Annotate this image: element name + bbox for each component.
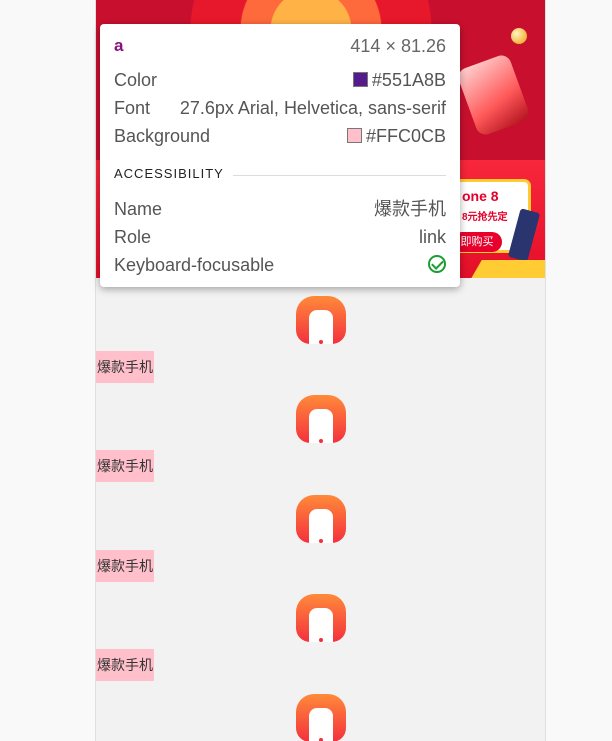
font-row: Font 27.6px Arial, Helvetica, sans-serif bbox=[114, 96, 446, 120]
font-label: Font bbox=[114, 98, 151, 118]
font-value: 27.6px Arial, Helvetica, sans-serif bbox=[179, 98, 446, 118]
nav-item[interactable]: 爆款手机 bbox=[96, 576, 545, 681]
background-row: Background #FFC0CB bbox=[114, 124, 446, 148]
color-value: #551A8B bbox=[352, 68, 446, 92]
role-label: Role bbox=[114, 227, 152, 247]
nav-item[interactable]: 爆款手机 bbox=[96, 377, 545, 482]
phone-icon bbox=[296, 395, 346, 443]
promo-title: one 8 bbox=[462, 188, 499, 204]
focusable-label: Keyboard-focusable bbox=[114, 255, 275, 275]
inspect-tooltip: a 414 × 81.26 Color #551A8B Font 27.6px … bbox=[100, 24, 460, 287]
nav-item[interactable] bbox=[96, 676, 545, 741]
phone-icon bbox=[296, 694, 346, 741]
background-label: Background bbox=[114, 126, 211, 146]
focusable-row: Keyboard-focusable bbox=[114, 253, 446, 277]
element-tag: a bbox=[114, 36, 124, 55]
nav-item[interactable]: 爆款手机 bbox=[96, 477, 545, 582]
color-label: Color bbox=[114, 70, 158, 90]
name-value: 爆款手机 bbox=[374, 199, 446, 219]
background-value: #FFC0CB bbox=[346, 124, 446, 148]
name-row: Name 爆款手机 bbox=[114, 197, 446, 221]
element-dimensions: 414 × 81.26 bbox=[350, 36, 446, 56]
nav-item[interactable]: 爆款手机 bbox=[96, 278, 545, 383]
name-label: Name bbox=[114, 199, 163, 219]
phone-icon bbox=[296, 594, 346, 642]
gift-box-image bbox=[455, 52, 532, 138]
check-circle-icon bbox=[428, 255, 446, 273]
color-row: Color #551A8B bbox=[114, 68, 446, 92]
background-swatch bbox=[346, 128, 362, 143]
role-value: link bbox=[418, 227, 446, 247]
divider bbox=[233, 175, 446, 176]
promo-subtitle: 8元抢先定 bbox=[462, 212, 508, 223]
ribbon-decoration bbox=[470, 260, 545, 278]
phone-icon bbox=[296, 495, 346, 543]
bubble-decoration bbox=[511, 28, 527, 44]
role-row: Role link bbox=[114, 225, 446, 249]
color-swatch bbox=[352, 72, 368, 87]
accessibility-header: ACCESSIBILITY bbox=[114, 166, 224, 181]
phone-icon bbox=[296, 296, 346, 344]
